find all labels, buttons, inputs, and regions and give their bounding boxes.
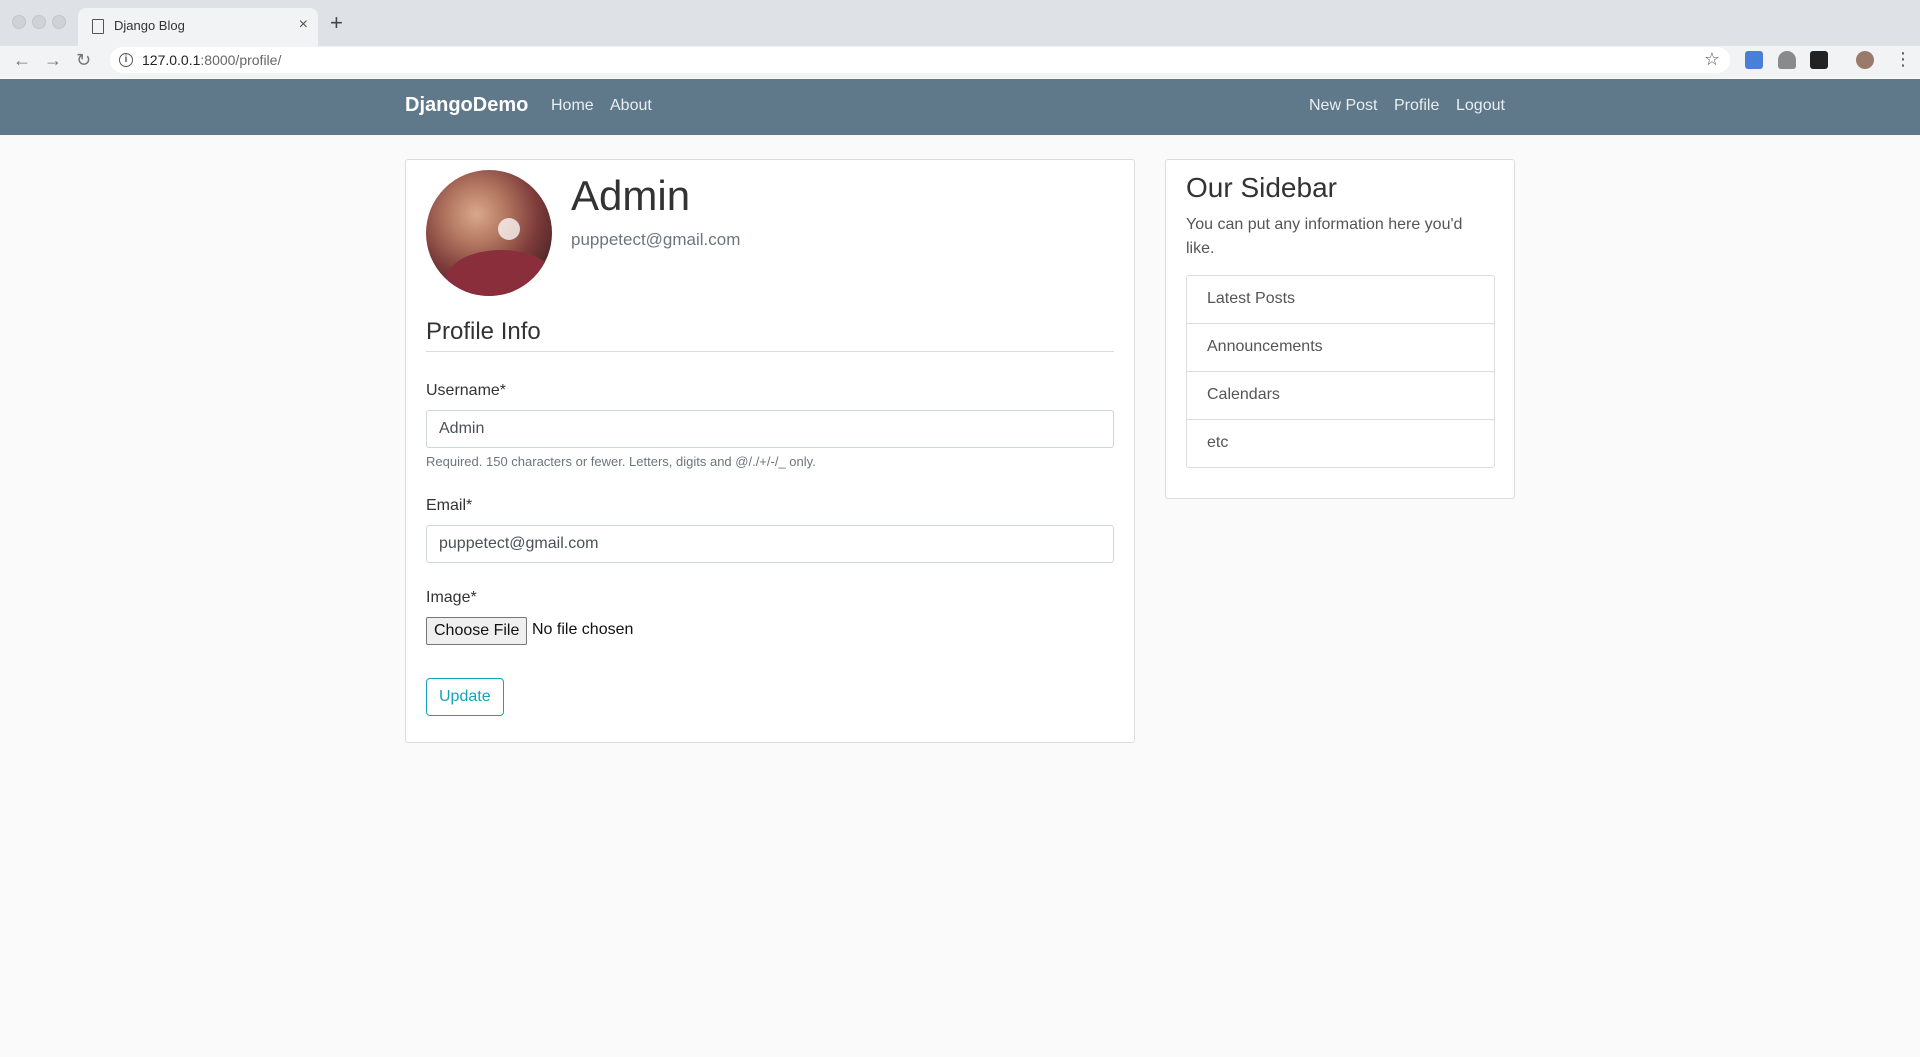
profile-card: Admin puppetect@gmail.com Profile Info U… — [405, 159, 1135, 743]
url-text: 127.0.0.1:8000/profile/ — [142, 52, 282, 68]
address-bar[interactable]: i 127.0.0.1:8000/profile/ ☆ — [110, 47, 1730, 73]
window-close-dot[interactable] — [12, 15, 26, 29]
nav-logout[interactable]: Logout — [1456, 97, 1505, 115]
sidebar-list: Latest Posts Announcements Calendars etc — [1186, 275, 1495, 468]
legend-divider — [426, 351, 1114, 352]
sidebar-item-announcements[interactable]: Announcements — [1186, 323, 1495, 372]
nav-about[interactable]: About — [610, 97, 652, 115]
username-label: Username* — [426, 382, 507, 399]
avatar-robe-shape — [446, 250, 552, 296]
browser-menu-icon[interactable]: ⋮ — [1894, 48, 1912, 70]
nav-home[interactable]: Home — [551, 97, 594, 115]
form-legend: Profile Info — [426, 318, 541, 345]
document-icon — [92, 19, 104, 34]
tab-title: Django Blog — [114, 18, 185, 33]
file-status-text: No file chosen — [532, 621, 634, 638]
forward-icon[interactable]: → — [44, 50, 62, 70]
back-icon[interactable]: ← — [13, 50, 31, 70]
tab-strip: Django Blog × + — [0, 0, 1920, 46]
choose-file-button[interactable]: Choose File — [426, 617, 528, 645]
username-input[interactable] — [426, 410, 1114, 448]
sidebar-item-etc[interactable]: etc — [1186, 419, 1495, 468]
browser-tab[interactable]: Django Blog × — [78, 8, 318, 46]
email-input[interactable] — [426, 525, 1114, 563]
browser-chrome: Django Blog × + ← → ↻ i 127.0.0.1:8000/p… — [0, 0, 1920, 78]
extension-icon[interactable] — [1810, 51, 1828, 69]
sidebar-item-latest-posts[interactable]: Latest Posts — [1186, 275, 1495, 324]
window-zoom-dot[interactable] — [52, 15, 66, 29]
close-tab-icon[interactable]: × — [299, 16, 308, 34]
image-label: Image* — [426, 589, 477, 606]
sidebar-title: Our Sidebar — [1186, 172, 1337, 203]
username-help-text: Required. 150 characters or fewer. Lette… — [426, 454, 816, 469]
nav-profile[interactable]: Profile — [1394, 97, 1439, 115]
update-button[interactable]: Update — [426, 678, 504, 716]
window-minimize-dot[interactable] — [32, 15, 46, 29]
sidebar-card: Our Sidebar You can put any information … — [1165, 159, 1515, 499]
bookmark-star-icon[interactable]: ☆ — [1704, 49, 1720, 70]
profile-avatar — [426, 170, 552, 296]
avatar-bubble-shape — [498, 218, 520, 240]
sidebar-item-calendars[interactable]: Calendars — [1186, 371, 1495, 420]
reload-icon[interactable]: ↻ — [76, 50, 91, 70]
translate-extension-icon[interactable] — [1745, 51, 1763, 69]
site-navbar: DjangoDemo Home About New Post Profile L… — [0, 79, 1920, 135]
download-extension-icon[interactable] — [1778, 51, 1796, 69]
site-info-icon[interactable]: i — [119, 53, 133, 67]
sidebar-text: You can put any information here you'd l… — [1186, 216, 1463, 257]
brand-link[interactable]: DjangoDemo — [405, 94, 528, 117]
user-avatar-icon[interactable] — [1856, 51, 1874, 69]
new-tab-icon[interactable]: + — [330, 10, 343, 36]
email-label: Email* — [426, 497, 473, 514]
profile-name: Admin — [571, 172, 691, 219]
profile-email: puppetect@gmail.com — [571, 230, 741, 249]
nav-new-post[interactable]: New Post — [1309, 97, 1377, 115]
